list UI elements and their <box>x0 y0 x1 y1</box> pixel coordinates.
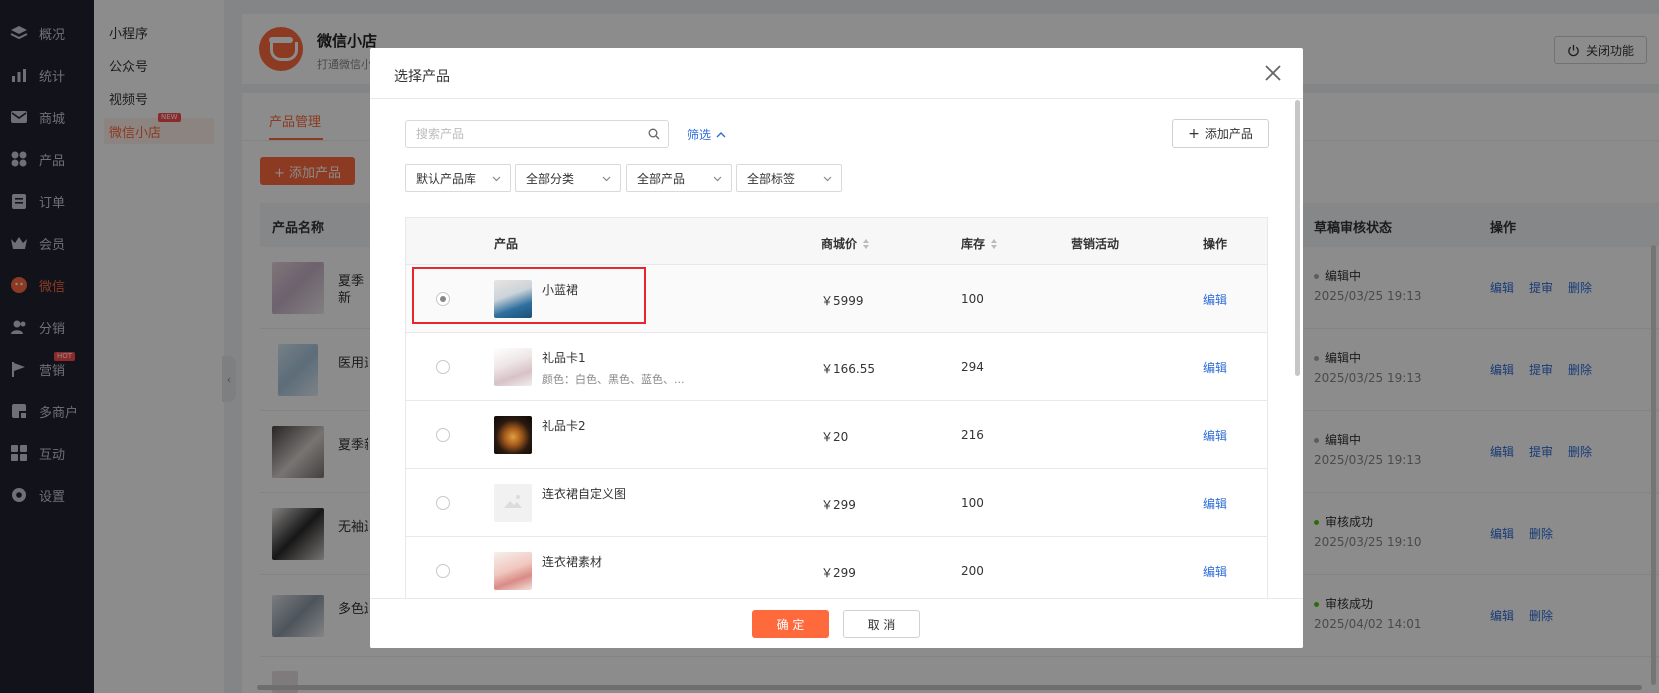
table-header: 产品 商城价 库存 营销活动 操作 <box>406 218 1267 265</box>
dialog-footer: 确 定 取 消 <box>370 598 1303 648</box>
select-radio[interactable] <box>436 428 450 442</box>
sort-icon <box>863 238 870 249</box>
plus-icon: + <box>1188 125 1200 142</box>
table-row[interactable]: 小蓝裙 ￥5999 100 编辑 <box>406 265 1267 333</box>
dialog-scrollbar[interactable] <box>1295 100 1300 376</box>
select-radio[interactable] <box>436 292 450 306</box>
dialog-title: 选择产品 <box>394 69 450 85</box>
edit-link[interactable]: 编辑 <box>1203 359 1227 376</box>
chevron-down-icon <box>602 176 611 181</box>
table-row[interactable]: 连衣裙素材 ￥299 200 编辑 <box>406 537 1267 605</box>
add-product-button[interactable]: + 添加产品 <box>1172 119 1269 148</box>
category-select[interactable]: 全部分类 <box>515 164 621 192</box>
product-thumbnail <box>494 280 532 318</box>
select-radio[interactable] <box>436 360 450 374</box>
sort-by-stock[interactable]: 库存 <box>961 235 998 252</box>
tag-select[interactable]: 全部标签 <box>736 164 842 192</box>
product-type-select[interactable]: 全部产品 <box>626 164 732 192</box>
search-input[interactable] <box>416 127 626 141</box>
chevron-up-icon <box>716 131 726 137</box>
table-row[interactable]: 连衣裙自定义图 ￥299 100 编辑 <box>406 469 1267 537</box>
edit-link[interactable]: 编辑 <box>1203 427 1227 444</box>
search-icon <box>648 128 660 140</box>
product-thumbnail <box>494 552 532 590</box>
select-radio[interactable] <box>436 564 450 578</box>
chevron-down-icon <box>713 176 722 181</box>
product-thumbnail <box>494 348 532 386</box>
confirm-button[interactable]: 确 定 <box>752 610 829 638</box>
product-library-select[interactable]: 默认产品库 <box>405 164 511 192</box>
sort-icon <box>991 238 998 249</box>
close-icon <box>1265 65 1281 81</box>
table-row[interactable]: 礼品卡1 颜色：白色、黑色、蓝色、... ￥166.55 294 编辑 <box>406 333 1267 401</box>
chevron-down-icon <box>823 176 832 181</box>
select-radio[interactable] <box>436 496 450 510</box>
image-placeholder-icon <box>494 484 532 522</box>
table-row[interactable]: 礼品卡2 ￥20 216 编辑 <box>406 401 1267 469</box>
product-selection-table: 产品 商城价 库存 营销活动 操作 小蓝裙 ￥5999 100 编辑 礼品卡1 … <box>405 217 1268 637</box>
cancel-button[interactable]: 取 消 <box>843 610 920 638</box>
product-search-field[interactable] <box>405 120 669 148</box>
select-product-dialog: 选择产品 筛选 + 添加产品 默认产品库 全部分类 全部产品 全部标签 产品 商… <box>370 48 1303 648</box>
product-thumbnail <box>494 416 532 454</box>
close-dialog-button[interactable] <box>1259 59 1287 87</box>
filter-toggle[interactable]: 筛选 <box>687 126 727 143</box>
edit-link[interactable]: 编辑 <box>1203 563 1227 580</box>
edit-link[interactable]: 编辑 <box>1203 495 1227 512</box>
edit-link[interactable]: 编辑 <box>1203 291 1227 308</box>
sort-by-price[interactable]: 商城价 <box>821 235 870 252</box>
chevron-down-icon <box>492 176 501 181</box>
